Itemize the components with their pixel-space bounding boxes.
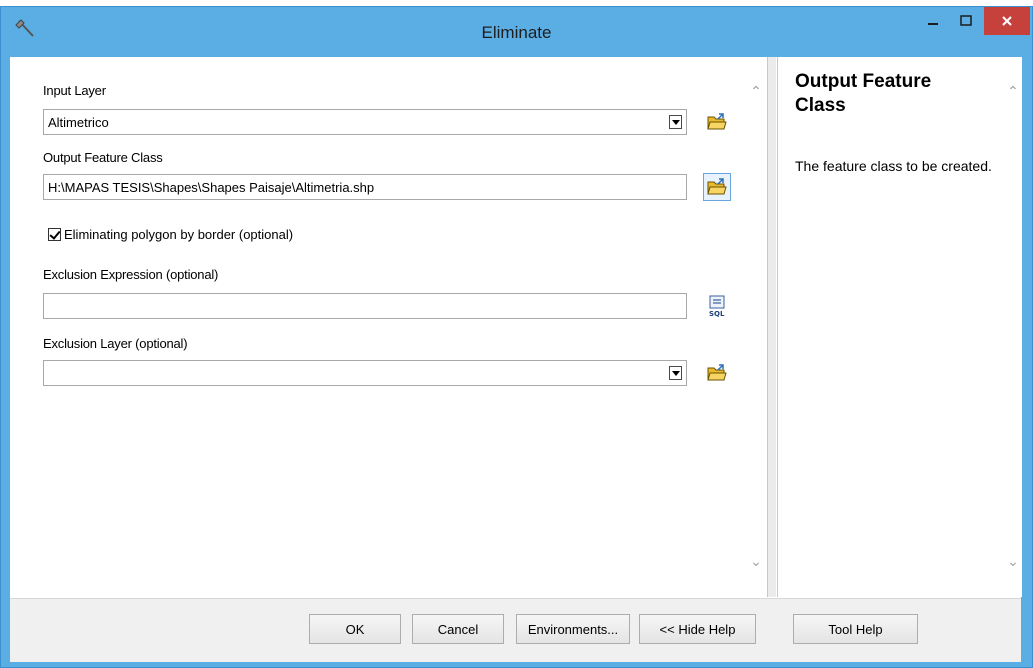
open-folder-icon [707,113,727,130]
title-bar[interactable]: Eliminate [1,7,1032,57]
cancel-button[interactable]: Cancel [412,614,504,644]
exclusion-layer-combobox[interactable] [43,360,687,386]
output-feature-class-label: Output Feature Class [43,150,163,165]
window-title: Eliminate [481,23,552,42]
maximize-button[interactable] [949,7,983,35]
close-icon [1002,16,1012,26]
input-layer-value: Altimetrico [48,115,109,130]
exclusion-layer-browse-button[interactable] [703,359,731,387]
sql-icon: SQL [709,295,725,317]
output-feature-class-value: H:\MAPAS TESIS\Shapes\Shapes Paisaje\Alt… [48,180,375,195]
help-panel: Output Feature Class The feature class t… [777,57,1022,597]
dialog-client-area: Input Layer Altimetrico Output Feature C… [10,57,1022,662]
eliminating-polygon-checkbox[interactable] [48,228,61,241]
input-layer-dropdown-arrow[interactable] [669,115,682,129]
environments-button[interactable]: Environments... [516,614,630,644]
maximize-icon [960,15,972,26]
input-layer-combobox[interactable]: Altimetrico [43,109,687,135]
exclusion-expression-input[interactable] [43,293,687,319]
eliminating-polygon-option[interactable]: Eliminating polygon by border (optional) [48,227,293,242]
ok-button[interactable]: OK [309,614,401,644]
eliminating-polygon-label: Eliminating polygon by border (optional) [64,227,294,242]
svg-text:SQL: SQL [709,310,725,317]
params-scroll-up-icon[interactable]: ⌃ [749,84,763,98]
minimize-button[interactable] [916,7,950,35]
close-button[interactable] [984,7,1030,35]
eliminate-dialog: Eliminate Input Layer Altimetrico Output… [0,6,1033,668]
tool-help-button[interactable]: Tool Help [793,614,918,644]
parameters-panel: Input Layer Altimetrico Output Feature C… [10,57,768,597]
help-scroll-up-icon[interactable]: ⌃ [1006,84,1020,98]
open-folder-icon [707,178,727,195]
params-scroll-down-icon[interactable]: ⌄ [749,554,763,568]
input-layer-browse-button[interactable] [703,108,731,136]
help-title: Output Feature Class [795,71,932,116]
help-scroll-down-icon[interactable]: ⌄ [1006,554,1020,568]
sql-builder-button[interactable]: SQL [703,292,731,320]
panel-splitter[interactable] [768,57,776,597]
minimize-icon [928,23,938,25]
output-feature-class-input[interactable]: H:\MAPAS TESIS\Shapes\Shapes Paisaje\Alt… [43,174,687,200]
exclusion-layer-dropdown-arrow[interactable] [669,366,682,380]
help-body: The feature class to be created. [795,158,992,174]
exclusion-layer-label: Exclusion Layer (optional) [43,336,188,351]
open-folder-icon [707,364,727,381]
hide-help-button[interactable]: << Hide Help [639,614,756,644]
input-layer-label: Input Layer [43,83,106,98]
exclusion-expression-label: Exclusion Expression (optional) [43,267,219,282]
output-feature-class-browse-button[interactable] [703,173,731,201]
dialog-footer: OK Cancel Environments... << Hide Help T… [10,598,1021,662]
